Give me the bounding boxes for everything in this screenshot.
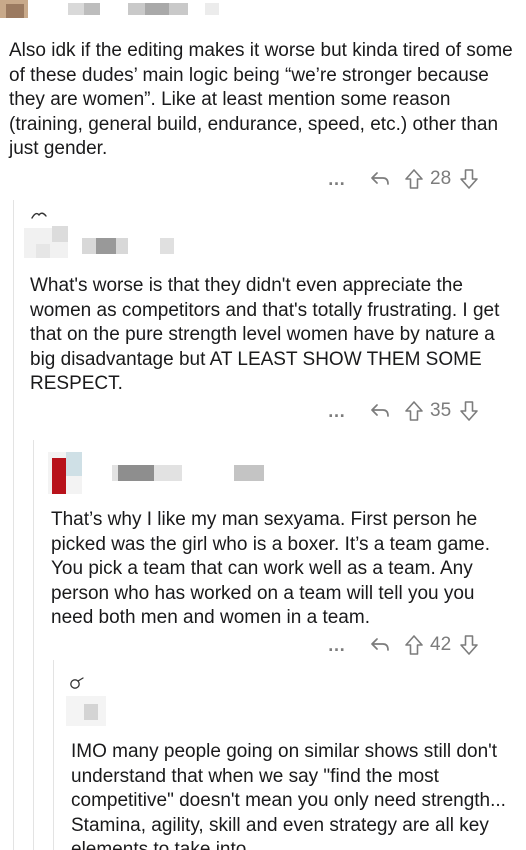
- avatar[interactable]: [52, 226, 68, 242]
- timestamp: [145, 3, 169, 15]
- username[interactable]: [96, 238, 116, 254]
- more-icon[interactable]: …: [316, 169, 358, 190]
- timestamp: [205, 3, 219, 15]
- avatar-icon[interactable]: [30, 208, 48, 226]
- comment-4-body-clip: IMO many people going on similar shows s…: [71, 740, 521, 850]
- thread-line-2: [33, 440, 34, 850]
- comment-3-body: That’s why I like my man sexyama. First …: [51, 509, 490, 628]
- avatar[interactable]: [66, 452, 82, 476]
- timestamp: [234, 465, 264, 481]
- upvote-icon[interactable]: [402, 634, 426, 656]
- upvote-icon[interactable]: [402, 168, 426, 190]
- downvote-icon[interactable]: [457, 400, 481, 422]
- comment-1-body: Also idk if the editing makes it worse b…: [9, 40, 513, 159]
- more-icon[interactable]: …: [316, 401, 358, 422]
- vote-count: 42: [430, 634, 452, 655]
- comment-3-actions: … 42: [316, 632, 481, 658]
- avatar[interactable]: [36, 244, 50, 258]
- thread-line-1: [13, 200, 14, 850]
- upvote-icon[interactable]: [402, 400, 426, 422]
- avatar-shade: [6, 4, 24, 18]
- reply-icon[interactable]: [358, 169, 402, 189]
- avatar[interactable]: [84, 704, 98, 720]
- downvote-icon[interactable]: [457, 168, 481, 190]
- avatar-icon[interactable]: [68, 676, 86, 695]
- comment-2-actions: … 35: [316, 398, 481, 424]
- downvote-icon[interactable]: [457, 634, 481, 656]
- vote-count: 28: [430, 168, 452, 189]
- vote-count: 35: [430, 400, 452, 421]
- timestamp: [160, 238, 174, 254]
- thread-line-3: [53, 660, 54, 850]
- comment-4-body: IMO many people going on similar shows s…: [71, 741, 506, 850]
- username[interactable]: [84, 3, 100, 15]
- more-icon[interactable]: …: [316, 635, 358, 656]
- avatar[interactable]: [52, 458, 66, 494]
- reply-icon[interactable]: [358, 401, 402, 421]
- comment-2-body: What's worse is that they didn't even ap…: [30, 275, 500, 394]
- reply-icon[interactable]: [358, 635, 402, 655]
- username[interactable]: [118, 465, 154, 481]
- comment-1-actions: … 28: [316, 166, 481, 192]
